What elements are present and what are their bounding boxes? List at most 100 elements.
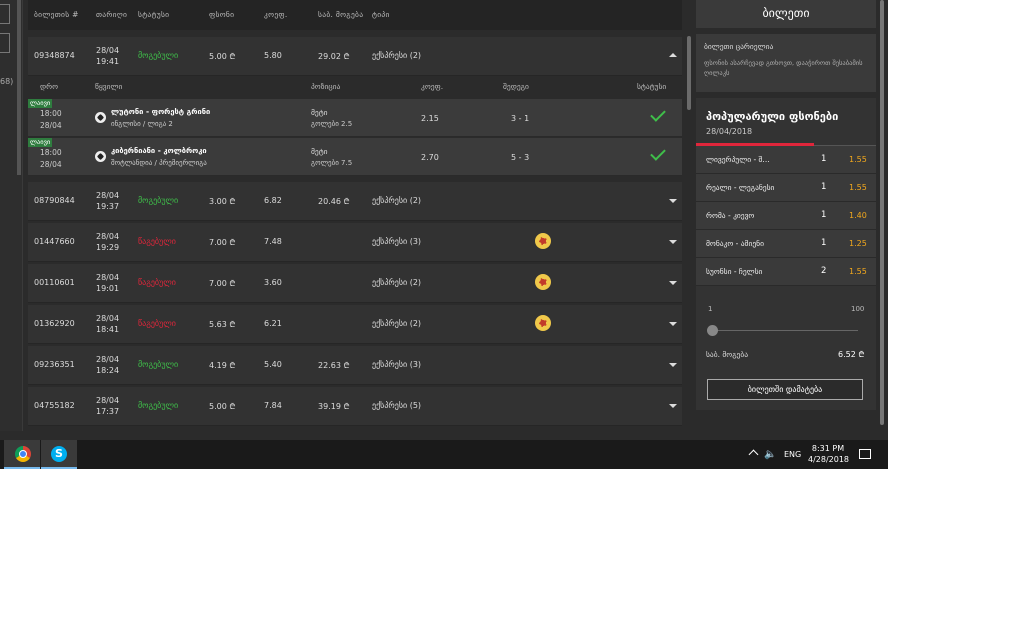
table-row[interactable]: 04755182 28/04 17:37 მოგებული 5.00 ₾ 7.84… [28,387,682,426]
popular-result: 1 [821,182,827,192]
slider-min: 1 [708,305,713,313]
clock[interactable]: 8:31 PM 4/28/2018 [808,443,849,465]
popular-odds[interactable]: 1.55 [849,183,867,192]
ticket-time: 19:41 [96,57,120,66]
popular-odds[interactable]: 1.40 [849,211,867,220]
skype-icon: S [51,446,67,462]
event-position-detail: გოლები 2.5 [311,120,353,128]
ticket-status: წაგებული [138,278,176,287]
popular-item[interactable]: რომა - კიევო 1 1.40 [696,202,876,230]
ticket-status: მოგებული [138,360,179,369]
ticket-datetime: 28/04 19:01 [96,272,119,294]
ticket-status: წაგებული [138,237,176,246]
ticket-status: მოგებული [138,51,179,60]
clock-time: 8:31 PM [811,444,845,453]
ticket-datetime: 28/04 17:37 [96,395,119,417]
ticket-status: მოგებული [138,196,179,205]
ticket-title: ბილეთი [696,0,876,28]
table-scrollbar[interactable] [684,0,694,431]
event-date: 28/04 [40,160,62,169]
ticket-date: 28/04 [96,314,120,323]
ticket-datetime: 28/04 19:41 [96,45,119,67]
left-control-top[interactable] [0,4,10,24]
ticket-id: 00110601 [34,278,75,287]
page-scrollbar-thumb[interactable] [880,0,884,425]
add-to-ticket-button[interactable]: ბილეთში დამატება [707,379,863,400]
ticket-time: 19:37 [96,202,120,211]
possible-win-value: 6.52 ₾ [838,350,865,359]
ticket-type: ექსპრესი (3) [372,360,422,369]
ticket-stake: 7.00 ₾ [209,238,236,247]
ticket-stake: 3.00 ₾ [209,197,236,206]
popular-item[interactable]: ლივერპული - შ... 1 1.55 [696,146,876,174]
left-panel: 68) [0,0,23,431]
ticket-date: 28/04 [96,273,120,282]
ticket-date: 28/04 [96,191,120,200]
chevron-up-icon[interactable] [748,449,759,460]
popular-odds[interactable]: 1.55 [849,155,867,164]
table-row[interactable]: 08790844 28/04 19:37 მოგებული 3.00 ₾ 6.82… [28,182,682,221]
col-status: სტატუსი [138,10,170,19]
language-indicator[interactable]: ENG [784,450,801,459]
slider-max: 100 [851,305,865,313]
speaker-icon[interactable]: 🔈 [764,449,776,461]
taskbar-skype[interactable]: S [41,440,77,469]
empty-ticket-box: ბილეთი ცარიელია ფსონის ასარჩევად გთხოვთ,… [696,34,876,92]
popular-item[interactable]: რეალი - ლეგანესი 1 1.55 [696,174,876,202]
popular-result: 1 [821,154,827,164]
notification-icon[interactable] [859,449,871,459]
table-row[interactable]: 01362920 28/04 18:41 წაგებული 5.63 ₾ 6.21… [28,305,682,344]
popular-result: 1 [821,210,827,220]
taskbar-chrome[interactable] [4,440,40,469]
left-control-bottom[interactable] [0,33,10,53]
popular-odds[interactable]: 1.25 [849,239,867,248]
popular-match: სუონსი - ჩელსი [706,267,763,276]
page-scrollbar[interactable] [877,0,888,431]
popular-item[interactable]: მონაკო - ამიენი 1 1.25 [696,230,876,258]
tickets-table: ბილეთის # თარიღი სტატუსი ფსონი კოეფ. საბ… [28,0,682,431]
chevron-down-icon[interactable] [669,363,677,367]
ticket-coef: 3.60 [264,278,282,287]
table-row[interactable]: 01447660 28/04 19:29 წაგებული 7.00 ₾ 7.48… [28,223,682,262]
empty-ticket-title: ბილეთი ცარიელია [704,42,774,51]
chevron-up-icon[interactable] [669,53,677,57]
ticket-datetime: 28/04 18:41 [96,313,119,335]
ticket-datetime: 28/04 18:24 [96,354,119,376]
left-panel-number: 68) [0,77,14,86]
event-match: კიბერნიანი - კოლბროკი [111,146,207,155]
chevron-down-icon[interactable] [669,199,677,203]
table-row[interactable]: 09236351 28/04 18:24 მოგებული 4.19 ₾ 5.40… [28,346,682,385]
lemon-icon [535,274,551,290]
table-row[interactable]: 00110601 28/04 19:01 წაგებული 7.00 ₾ 3.60… [28,264,682,303]
popular-match: რომა - კიევო [706,211,755,220]
screen: 68) ბილეთის # თარიღი სტატუსი ფსონი კოეფ.… [0,0,888,469]
popular-odds[interactable]: 1.55 [849,267,867,276]
ticket-coef: 6.21 [264,319,282,328]
ticket-datetime: 28/04 19:29 [96,231,119,253]
ticket-id: 08790844 [34,196,75,205]
details-col-position: პოზიცია [311,82,341,91]
ticket-date: 28/04 [96,46,120,55]
table-row[interactable]: 09348874 28/04 19:41 მოგებული 5.00 ₾ 5.80… [28,37,682,76]
chevron-down-icon[interactable] [669,404,677,408]
event-time: 18:00 [40,109,62,118]
stake-slider-handle[interactable] [707,325,718,336]
ticket-type: ექსპრესი (2) [372,196,422,205]
stake-slider-track[interactable] [708,330,858,331]
details-col-result: შედეგი [503,82,529,91]
chevron-down-icon[interactable] [669,322,677,326]
popular-item[interactable]: სუონსი - ჩელსი 2 1.55 [696,258,876,286]
left-scrollbar[interactable] [17,0,21,175]
lemon-icon [535,233,551,249]
ticket-status: მოგებული [138,401,179,410]
details-col-status: სტატუსი [637,82,667,91]
popular-result: 1 [821,238,827,248]
chevron-down-icon[interactable] [669,240,677,244]
event-coef: 2.70 [421,153,439,162]
chevron-down-icon[interactable] [669,281,677,285]
table-scrollbar-thumb[interactable] [687,36,691,110]
ticket-time: 19:01 [96,284,120,293]
ticket-time: 17:37 [96,407,120,416]
ticket-stake: 5.00 ₾ [209,52,236,61]
live-badge: ლაივი [28,138,53,147]
